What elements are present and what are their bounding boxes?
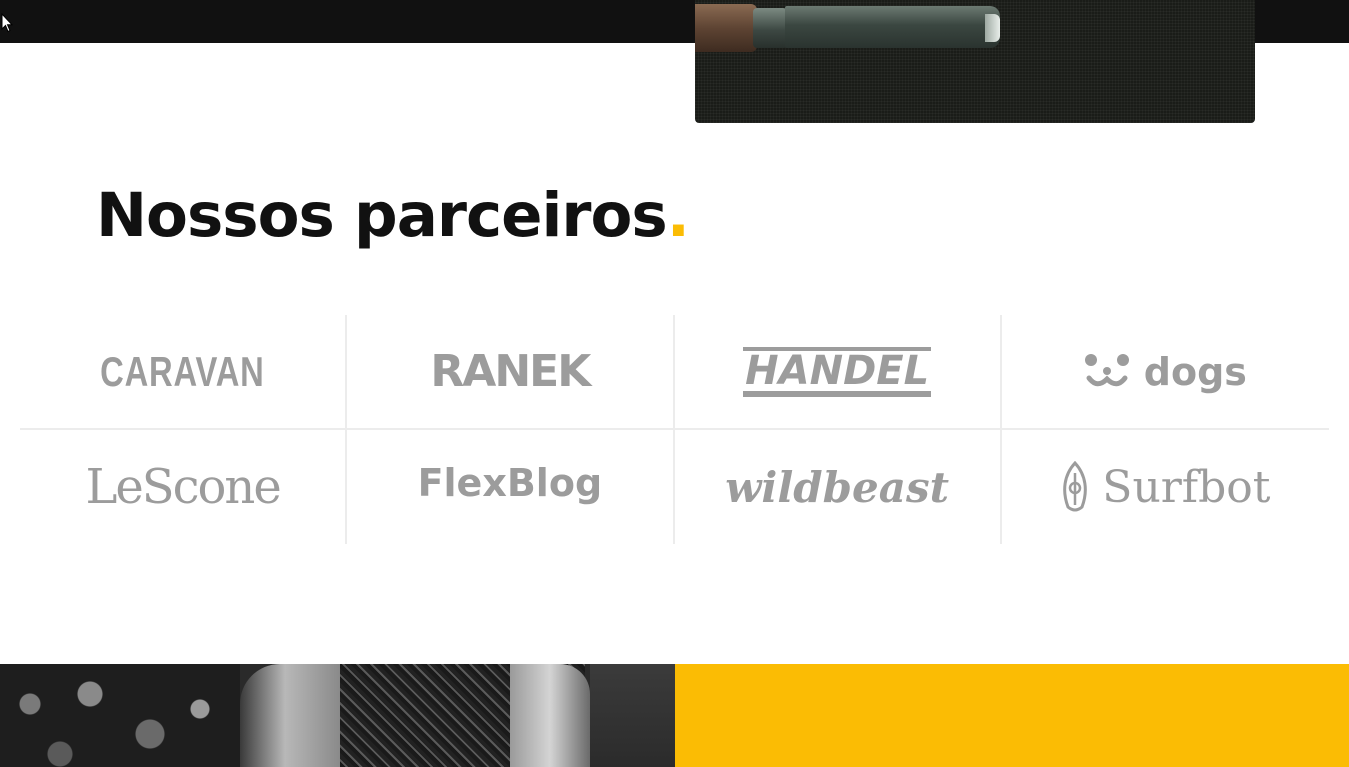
partner-logo-dogs-text: dogs bbox=[1143, 349, 1247, 394]
partner-dogs[interactable]: dogs bbox=[1001, 315, 1329, 430]
partner-ranek[interactable]: RANEK bbox=[347, 315, 675, 430]
partners-title-text: Nossos parceiros bbox=[96, 180, 668, 251]
surfboard-icon bbox=[1063, 461, 1088, 512]
photo-arm-left bbox=[240, 664, 340, 767]
partner-logo-surfbot-text: Surfbot bbox=[1102, 461, 1271, 513]
partner-lescone[interactable]: LeScone bbox=[20, 430, 348, 544]
partner-logo-surfbot: Surfbot bbox=[1060, 461, 1270, 513]
partner-caravan[interactable]: CARAVAN bbox=[20, 315, 348, 430]
partner-flexblog[interactable]: FlexBlog bbox=[347, 430, 675, 544]
tool-tip bbox=[985, 14, 1000, 42]
partner-wildbeast[interactable]: wildbeast bbox=[675, 430, 1002, 544]
partners-logo-grid: CARAVAN RANEK HANDEL dogs LeScone FlexBl… bbox=[20, 315, 1329, 544]
photo-foliage bbox=[0, 664, 240, 767]
yellow-accent-panel bbox=[675, 664, 1349, 767]
tool-handle bbox=[695, 4, 757, 52]
tool-ferrule bbox=[753, 8, 787, 48]
mouse-cursor-icon bbox=[1, 13, 13, 33]
partner-logo-lescone: LeScone bbox=[85, 459, 281, 515]
tool-blade bbox=[785, 6, 1000, 48]
partners-section-title: Nossos parceiros. bbox=[96, 180, 690, 260]
partner-logo-handel: HANDEL bbox=[743, 346, 932, 397]
partner-logo-flexblog: FlexBlog bbox=[417, 461, 603, 505]
partner-handel[interactable]: HANDEL bbox=[674, 315, 1002, 430]
partner-logo-caravan: CARAVAN bbox=[100, 347, 265, 395]
title-accent-dot: . bbox=[666, 180, 690, 251]
dog-face-icon bbox=[1084, 353, 1129, 386]
photo-arm-right bbox=[510, 664, 590, 767]
partner-surfbot[interactable]: Surfbot bbox=[1002, 430, 1329, 544]
partner-logo-dogs: dogs bbox=[1084, 350, 1247, 394]
partner-logo-ranek: RANEK bbox=[430, 346, 591, 397]
partner-logo-wildbeast: wildbeast bbox=[725, 462, 950, 512]
product-photo-tool bbox=[695, 0, 1255, 123]
lifestyle-photo bbox=[0, 664, 675, 767]
photo-background bbox=[590, 664, 675, 767]
